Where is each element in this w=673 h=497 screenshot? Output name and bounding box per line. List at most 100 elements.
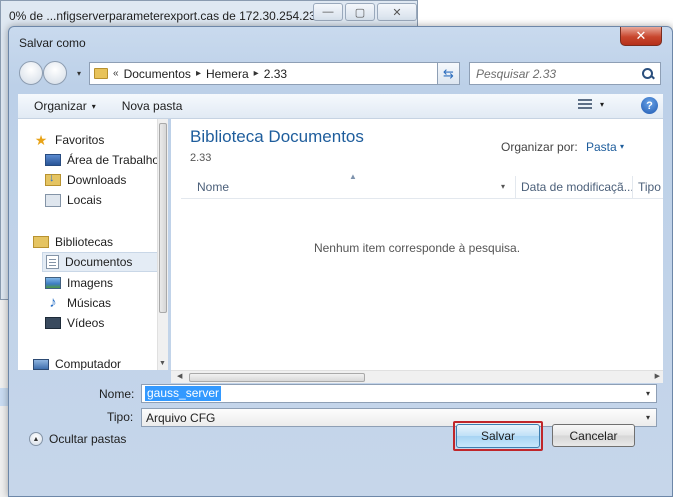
close-button[interactable]: ✕ (377, 3, 417, 21)
nav-desktop-label: Área de Trabalho (67, 153, 160, 167)
new-folder-button[interactable]: Nova pasta (122, 99, 183, 113)
library-title: Biblioteca Documentos (190, 127, 364, 146)
nav-desktop[interactable]: Área de Trabalho (45, 150, 159, 170)
navigation-scrollbar[interactable]: ▼ (157, 119, 168, 370)
image-icon (45, 277, 61, 289)
save-button[interactable]: Salvar (456, 424, 540, 448)
nav-downloads[interactable]: Downloads (45, 170, 126, 190)
recent-places-icon (45, 193, 61, 207)
scroll-left-icon[interactable]: ◀ (177, 372, 182, 380)
filetype-label: Tipo: (107, 410, 134, 424)
address-overflow[interactable]: « (113, 68, 119, 79)
filename-value[interactable]: gauss_server (145, 386, 222, 401)
scrollbar-thumb[interactable] (159, 123, 167, 313)
organize-label: Organizar (34, 99, 87, 113)
document-icon (46, 255, 59, 269)
search-placeholder: Pesquisar 2.33 (476, 66, 557, 81)
video-icon (45, 317, 61, 329)
help-icon[interactable]: ? (641, 97, 658, 114)
background-selection (0, 388, 8, 406)
empty-results-message: Nenhum item corresponde à pesquisa. (313, 241, 521, 255)
breadcrumb-hemera[interactable]: Hemera (206, 67, 249, 81)
nav-favorites[interactable]: ★ Favoritos (33, 130, 105, 150)
nav-locals-label: Locais (67, 193, 102, 207)
navigation-pane: ★ Favoritos Área de Trabalho Downloads L… (18, 119, 166, 370)
download-window-controls: — ▢ ✕ (313, 3, 417, 21)
column-divider[interactable] (515, 176, 516, 198)
organize-by-label: Organizar por: (501, 140, 578, 154)
nav-music[interactable]: ♪ Músicas (45, 293, 111, 313)
column-type[interactable]: Tipo (638, 180, 661, 194)
nav-videos[interactable]: Vídeos (45, 313, 104, 333)
view-list-icon (578, 98, 592, 110)
nav-buttons: ▾ (19, 60, 81, 86)
breadcrumb-documentos[interactable]: Documentos (124, 67, 191, 81)
dialog-title: Salvar como (19, 36, 86, 50)
music-note-icon: ♪ (49, 294, 57, 311)
chevron-down-icon[interactable]: ▾ (640, 413, 656, 422)
libraries-icon (33, 236, 49, 248)
chevron-up-icon: ▲ (29, 432, 43, 446)
nav-documents-label: Documentos (65, 255, 133, 269)
refresh-icon: ⇆ (443, 65, 454, 81)
organize-button[interactable]: Organizar ▾ (34, 99, 96, 113)
chevron-down-icon[interactable]: ▾ (640, 389, 656, 398)
minimize-button[interactable]: — (313, 3, 343, 21)
sort-ascending-icon: ▲ (349, 172, 357, 181)
nav-locals[interactable]: Locais (45, 190, 102, 210)
breadcrumb-separator-icon[interactable]: ▸ (196, 68, 201, 79)
nav-libraries[interactable]: Bibliotecas (33, 232, 113, 252)
hide-folders-button[interactable]: ▲ Ocultar pastas (29, 432, 126, 446)
new-folder-label: Nova pasta (121, 99, 183, 113)
nav-images[interactable]: Imagens (45, 273, 113, 293)
nav-images-label: Imagens (67, 276, 114, 290)
maximize-button[interactable]: ▢ (345, 3, 375, 21)
nav-downloads-label: Downloads (67, 173, 127, 187)
filename-field[interactable]: gauss_server ▾ (141, 384, 657, 403)
nav-computer-label: Computador (55, 357, 122, 370)
chevron-down-icon: ▾ (91, 101, 96, 111)
refresh-button[interactable]: ⇆ (437, 62, 460, 85)
scroll-right-icon[interactable]: ▶ (655, 372, 660, 380)
recent-locations-chevron-icon[interactable]: ▾ (77, 69, 81, 78)
search-icon[interactable] (642, 67, 654, 80)
downloads-icon (45, 172, 61, 186)
back-button[interactable] (19, 61, 43, 85)
chevron-down-icon: ▾ (600, 99, 605, 109)
search-field[interactable]: Pesquisar 2.33 (469, 62, 661, 85)
address-bar[interactable]: « Documentos ▸ Hemera ▸ 2.33 ▾ (89, 62, 458, 85)
download-window-title: 0% de ...nfigserverparameterexport.cas d… (9, 9, 326, 23)
column-divider[interactable] (632, 176, 633, 198)
toolbar: Organizar ▾ Nova pasta ▾ ? (18, 94, 663, 119)
file-list-pane: Biblioteca Documentos 2.33 Organizar por… (171, 119, 663, 370)
filetype-value: Arquivo CFG (146, 410, 216, 425)
nav-libraries-label: Bibliotecas (55, 235, 114, 249)
computer-icon (33, 358, 49, 370)
nav-documents[interactable]: Documentos (42, 252, 164, 272)
organize-by-value[interactable]: Pasta (586, 140, 617, 154)
nav-favorites-label: Favoritos (55, 133, 105, 147)
column-name[interactable]: Nome (197, 180, 229, 194)
column-filter-icon[interactable]: ▾ (501, 182, 505, 191)
nav-videos-label: Vídeos (67, 316, 105, 330)
nav-music-label: Músicas (67, 296, 112, 310)
star-icon: ★ (34, 132, 48, 148)
cancel-button[interactable]: Cancelar (552, 424, 635, 447)
scroll-down-icon[interactable]: ▼ (159, 360, 166, 367)
view-options-button[interactable]: ▾ (578, 98, 604, 110)
column-date-modified[interactable]: Data de modificaçã... (521, 180, 634, 194)
filename-label: Nome: (99, 387, 135, 401)
column-headers: ▲ Nome ▾ Data de modificaçã... Tipo (181, 172, 663, 199)
forward-button[interactable] (43, 61, 67, 85)
nav-computer[interactable]: Computador (33, 354, 121, 370)
scrollbar-thumb[interactable] (189, 373, 365, 382)
breadcrumb-separator-icon[interactable]: ▸ (254, 68, 259, 79)
chevron-down-icon[interactable]: ▾ (620, 142, 624, 151)
hide-folders-label: Ocultar pastas (49, 432, 127, 446)
desktop-icon (45, 154, 61, 166)
breadcrumb-2-33[interactable]: 2.33 (264, 67, 287, 81)
dialog-close-button[interactable]: ✕ (620, 27, 662, 46)
library-subtitle: 2.33 (190, 152, 212, 164)
horizontal-scrollbar[interactable]: ◀ ▶ (171, 370, 663, 383)
folder-icon (94, 68, 108, 79)
